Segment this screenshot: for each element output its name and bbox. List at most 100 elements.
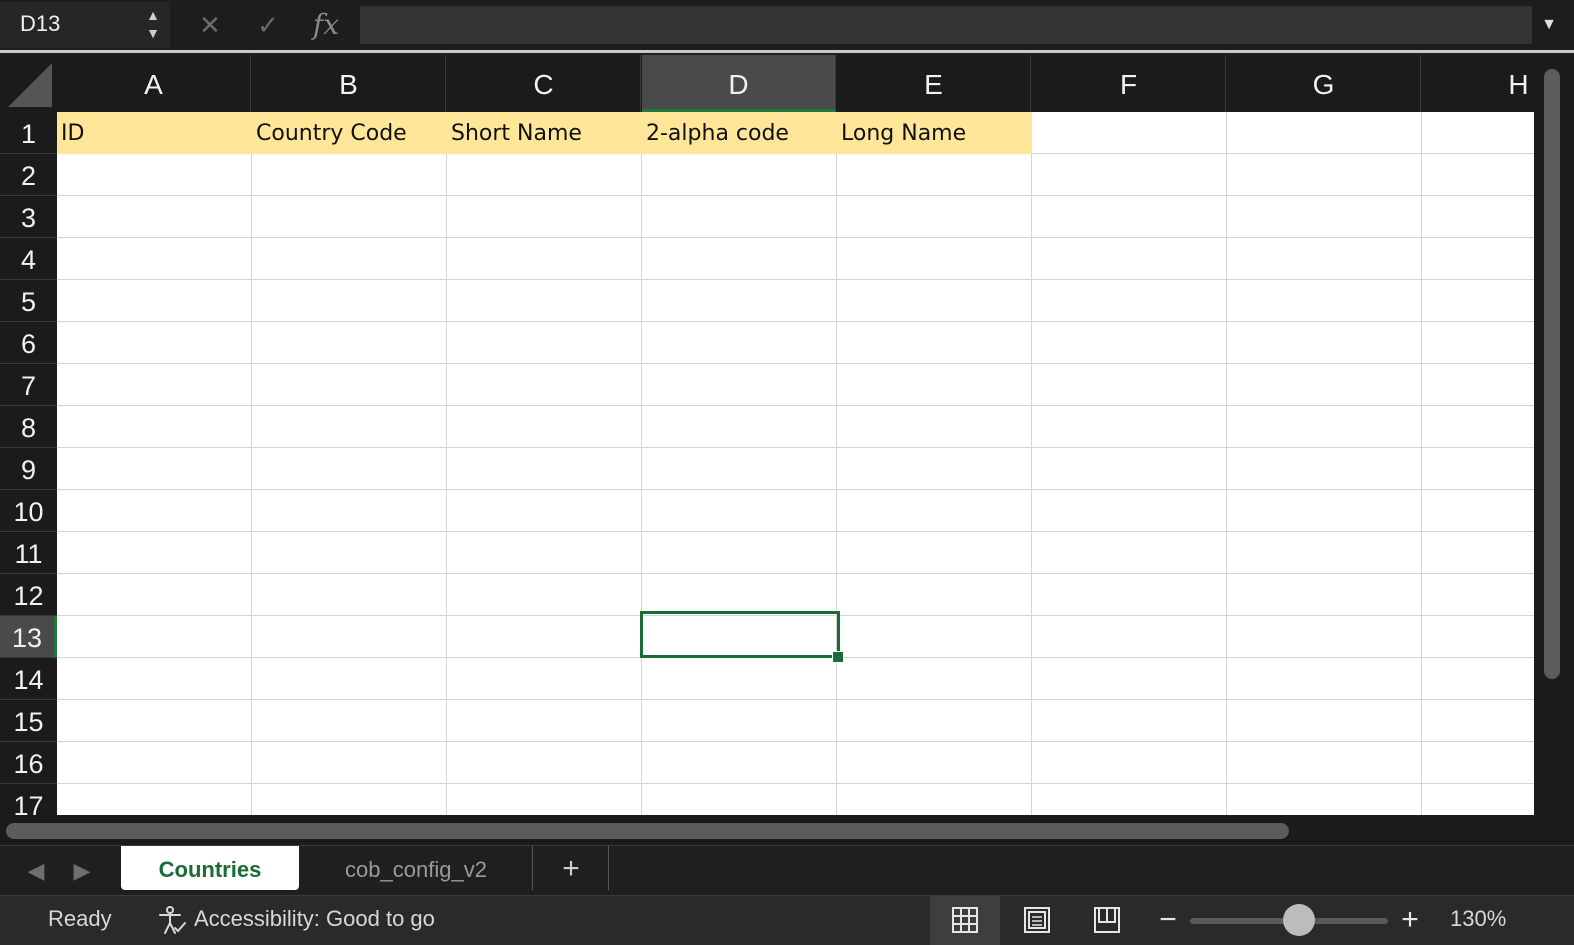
enter-check-icon[interactable]: ✓ xyxy=(248,6,288,44)
horizontal-scrollbar-thumb[interactable] xyxy=(6,823,1289,839)
cell-b4[interactable] xyxy=(252,238,447,280)
cell-c1[interactable]: Short Name xyxy=(447,112,642,154)
cell-h1[interactable] xyxy=(1422,112,1534,154)
cell-h13[interactable] xyxy=(1422,616,1534,658)
cell-f16[interactable] xyxy=(1032,742,1227,784)
cell-h10[interactable] xyxy=(1422,490,1534,532)
cell-e12[interactable] xyxy=(837,574,1032,616)
cell-c2[interactable] xyxy=(447,154,642,196)
cell-e5[interactable] xyxy=(837,280,1032,322)
horizontal-scrollbar[interactable] xyxy=(0,815,1534,845)
row-header-15[interactable]: 15 xyxy=(0,700,57,742)
cell-a16[interactable] xyxy=(57,742,252,784)
cell-c11[interactable] xyxy=(447,532,642,574)
column-header-d[interactable]: D xyxy=(642,55,836,112)
cell-b7[interactable] xyxy=(252,364,447,406)
cell-e10[interactable] xyxy=(837,490,1032,532)
row-header-3[interactable]: 3 xyxy=(0,196,57,238)
cell-a3[interactable] xyxy=(57,196,252,238)
cell-b13[interactable] xyxy=(252,616,447,658)
cell-c13[interactable] xyxy=(447,616,642,658)
previous-sheet-icon[interactable]: ◀ xyxy=(24,856,48,886)
cell-b11[interactable] xyxy=(252,532,447,574)
row-header-13[interactable]: 13 xyxy=(0,616,57,658)
cell-c4[interactable] xyxy=(447,238,642,280)
row-header-17[interactable]: 17 xyxy=(0,784,57,815)
cell-f6[interactable] xyxy=(1032,322,1227,364)
page-break-view-button[interactable] xyxy=(1072,896,1142,945)
zoom-level[interactable]: 130% xyxy=(1450,906,1506,932)
row-header-2[interactable]: 2 xyxy=(0,154,57,196)
cell-f7[interactable] xyxy=(1032,364,1227,406)
cell-a11[interactable] xyxy=(57,532,252,574)
cell-h6[interactable] xyxy=(1422,322,1534,364)
cell-d10[interactable] xyxy=(642,490,837,532)
cell-g5[interactable] xyxy=(1227,280,1422,322)
cell-g4[interactable] xyxy=(1227,238,1422,280)
cell-a8[interactable] xyxy=(57,406,252,448)
cell-h2[interactable] xyxy=(1422,154,1534,196)
cell-g8[interactable] xyxy=(1227,406,1422,448)
cell-f5[interactable] xyxy=(1032,280,1227,322)
cell-e3[interactable] xyxy=(837,196,1032,238)
accessibility-status[interactable]: Accessibility: Good to go xyxy=(194,906,435,932)
cell-a13[interactable] xyxy=(57,616,252,658)
cell-e8[interactable] xyxy=(837,406,1032,448)
cell-g6[interactable] xyxy=(1227,322,1422,364)
cell-e17[interactable] xyxy=(837,784,1032,815)
cell-c16[interactable] xyxy=(447,742,642,784)
cell-a9[interactable] xyxy=(57,448,252,490)
sheet-tab-cob-config-v2[interactable]: cob_config_v2 xyxy=(300,846,533,890)
cell-c3[interactable] xyxy=(447,196,642,238)
cell-h15[interactable] xyxy=(1422,700,1534,742)
cell-a4[interactable] xyxy=(57,238,252,280)
column-header-h[interactable]: H xyxy=(1422,55,1534,112)
cell-d6[interactable] xyxy=(642,322,837,364)
cell-g10[interactable] xyxy=(1227,490,1422,532)
cell-a6[interactable] xyxy=(57,322,252,364)
normal-view-button[interactable] xyxy=(930,896,1000,945)
cell-f4[interactable] xyxy=(1032,238,1227,280)
cell-f8[interactable] xyxy=(1032,406,1227,448)
cell-f14[interactable] xyxy=(1032,658,1227,700)
page-layout-view-button[interactable] xyxy=(1002,896,1072,945)
cell-a5[interactable] xyxy=(57,280,252,322)
cell-a10[interactable] xyxy=(57,490,252,532)
cell-f1[interactable] xyxy=(1032,112,1227,154)
cell-c12[interactable] xyxy=(447,574,642,616)
cell-e2[interactable] xyxy=(837,154,1032,196)
column-header-g[interactable]: G xyxy=(1227,55,1421,112)
cell-g15[interactable] xyxy=(1227,700,1422,742)
cell-b12[interactable] xyxy=(252,574,447,616)
cell-e16[interactable] xyxy=(837,742,1032,784)
column-header-f[interactable]: F xyxy=(1032,55,1226,112)
cell-g11[interactable] xyxy=(1227,532,1422,574)
cell-b16[interactable] xyxy=(252,742,447,784)
cell-b15[interactable] xyxy=(252,700,447,742)
row-header-11[interactable]: 11 xyxy=(0,532,57,574)
cell-h4[interactable] xyxy=(1422,238,1534,280)
cell-e4[interactable] xyxy=(837,238,1032,280)
cell-h7[interactable] xyxy=(1422,364,1534,406)
cell-g1[interactable] xyxy=(1227,112,1422,154)
row-header-9[interactable]: 9 xyxy=(0,448,57,490)
cell-e1[interactable]: Long Name xyxy=(837,112,1032,154)
cell-h17[interactable] xyxy=(1422,784,1534,815)
cell-b9[interactable] xyxy=(252,448,447,490)
cell-c17[interactable] xyxy=(447,784,642,815)
zoom-in-button[interactable]: + xyxy=(1398,902,1422,938)
cell-d1[interactable]: 2-alpha code xyxy=(642,112,837,154)
cell-h16[interactable] xyxy=(1422,742,1534,784)
cell-d13[interactable] xyxy=(642,616,837,658)
cell-g14[interactable] xyxy=(1227,658,1422,700)
cell-f17[interactable] xyxy=(1032,784,1227,815)
cell-a2[interactable] xyxy=(57,154,252,196)
cell-f11[interactable] xyxy=(1032,532,1227,574)
row-header-7[interactable]: 7 xyxy=(0,364,57,406)
vertical-scrollbar-thumb[interactable] xyxy=(1544,69,1560,679)
cell-d4[interactable] xyxy=(642,238,837,280)
cell-c6[interactable] xyxy=(447,322,642,364)
cell-e6[interactable] xyxy=(837,322,1032,364)
cell-d2[interactable] xyxy=(642,154,837,196)
cell-g3[interactable] xyxy=(1227,196,1422,238)
